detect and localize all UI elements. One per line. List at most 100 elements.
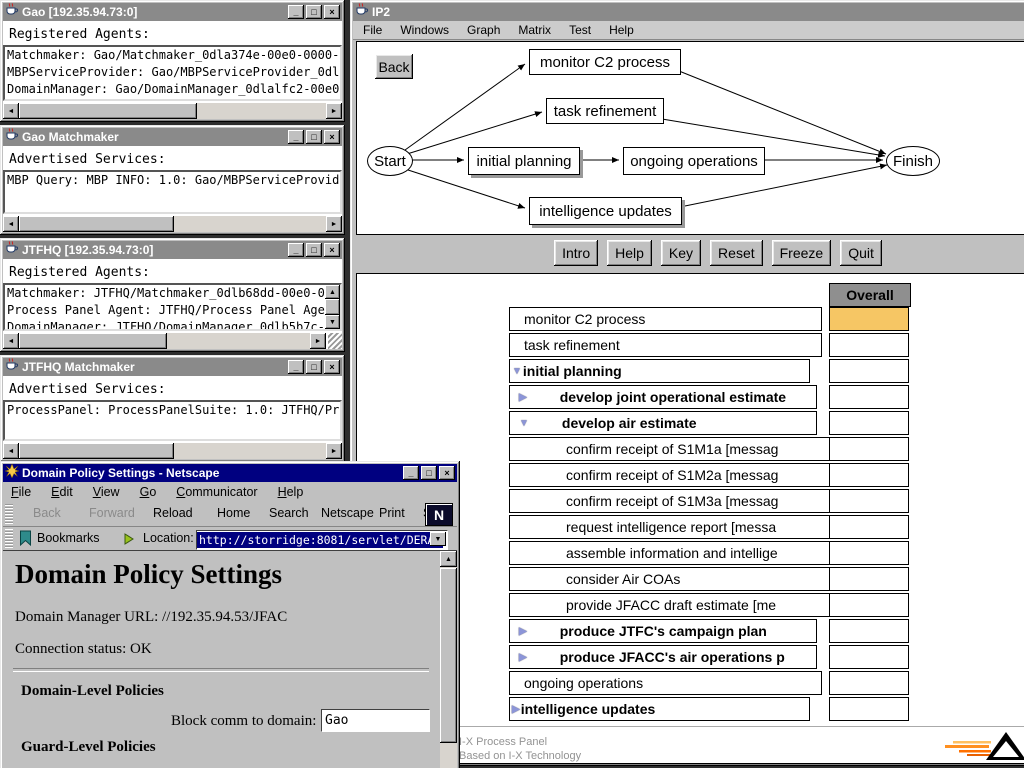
- scroll-left-icon[interactable]: ◄: [3, 216, 19, 232]
- overall-cell[interactable]: [829, 489, 909, 513]
- maximize-button[interactable]: □: [421, 466, 437, 480]
- overall-cell[interactable]: [829, 541, 909, 565]
- scrollbar-thumb[interactable]: [19, 443, 174, 459]
- close-button[interactable]: ×: [324, 360, 340, 374]
- scrollbar-thumb[interactable]: [19, 103, 197, 119]
- graph-node-finish[interactable]: Finish: [886, 146, 940, 176]
- task-row[interactable]: confirm receipt of S1M3a [messag: [509, 489, 864, 513]
- task-row[interactable]: ▼initial planning: [509, 359, 810, 383]
- graph-node-monitor-c2-process[interactable]: monitor C2 process: [529, 49, 681, 75]
- menu-go[interactable]: Go: [140, 485, 157, 499]
- ip2-menu-graph[interactable]: Graph: [467, 23, 500, 37]
- overall-cell[interactable]: [829, 333, 909, 357]
- scrollbar-thumb[interactable]: [440, 568, 457, 743]
- intro-button[interactable]: Intro: [554, 240, 598, 266]
- block-comm-input[interactable]: [321, 709, 430, 732]
- close-button[interactable]: ×: [439, 466, 455, 480]
- task-row[interactable]: request intelligence report [messa: [509, 515, 864, 539]
- gao-services-list[interactable]: MBP Query: MBP INFO: 1.0: Gao/MBPService…: [3, 170, 342, 214]
- gao-agent-list[interactable]: Matchmaker: Gao/Matchmaker_0dla374e-00e0…: [3, 45, 342, 101]
- horizontal-scrollbar[interactable]: ◄ ►: [3, 103, 342, 119]
- overall-cell[interactable]: [829, 307, 909, 331]
- ip2-menu-matrix[interactable]: Matrix: [518, 23, 551, 37]
- task-row[interactable]: monitor C2 process: [509, 307, 822, 331]
- task-row[interactable]: ongoing operations: [509, 671, 822, 695]
- ip2-menu-test[interactable]: Test: [569, 23, 591, 37]
- close-button[interactable]: ×: [324, 243, 340, 257]
- scroll-right-icon[interactable]: ►: [310, 333, 326, 349]
- bookmarks-label[interactable]: Bookmarks: [37, 531, 100, 545]
- vertical-scrollbar[interactable]: ▲ ▼: [325, 285, 340, 329]
- menu-communicator[interactable]: Communicator: [176, 485, 257, 499]
- quit-button[interactable]: Quit: [840, 240, 882, 266]
- ip2-menu-help[interactable]: Help: [609, 23, 634, 37]
- task-row[interactable]: ▶develop joint operational estimate: [509, 385, 817, 409]
- expander-right-icon[interactable]: ▶: [519, 392, 527, 403]
- minimize-button[interactable]: _: [403, 466, 419, 480]
- expander-right-icon[interactable]: ▶: [519, 652, 527, 663]
- scroll-right-icon[interactable]: ►: [326, 103, 342, 119]
- ip2-titlebar[interactable]: IP2: [353, 3, 1024, 21]
- menu-edit[interactable]: Edit: [51, 485, 73, 499]
- maximize-button[interactable]: □: [306, 5, 322, 19]
- netscape-titlebar[interactable]: Domain Policy Settings - Netscape _□×: [3, 464, 457, 482]
- overall-cell[interactable]: [829, 619, 909, 643]
- overall-cell[interactable]: [829, 567, 909, 591]
- toolbar-grip[interactable]: [5, 503, 13, 524]
- task-row[interactable]: ▶intelligence updates: [509, 697, 810, 721]
- overall-cell[interactable]: [829, 385, 909, 409]
- task-row[interactable]: consider Air COAs: [509, 567, 864, 591]
- overall-cell[interactable]: [829, 515, 909, 539]
- location-dropdown-icon[interactable]: ▼: [430, 532, 446, 546]
- minimize-button[interactable]: _: [288, 130, 304, 144]
- reset-button[interactable]: Reset: [710, 240, 763, 266]
- scroll-right-icon[interactable]: ►: [326, 216, 342, 232]
- overall-cell[interactable]: [829, 697, 909, 721]
- back-button[interactable]: Back: [375, 54, 413, 79]
- scroll-down-icon[interactable]: ▼: [325, 315, 340, 329]
- page-vertical-scrollbar[interactable]: ▲: [440, 551, 457, 768]
- maximize-button[interactable]: □: [306, 130, 322, 144]
- overall-cell[interactable]: [829, 359, 909, 383]
- maximize-button[interactable]: □: [306, 243, 322, 257]
- task-row[interactable]: provide JFACC draft estimate [me: [509, 593, 864, 617]
- gao-titlebar[interactable]: Gao [192.35.94.73:0] _□×: [3, 3, 342, 21]
- toolbar-grip[interactable]: [5, 529, 13, 548]
- close-button[interactable]: ×: [324, 130, 340, 144]
- ip2-menu-windows[interactable]: Windows: [400, 23, 449, 37]
- jtfhq-matchmaker-titlebar[interactable]: JTFHQ Matchmaker _□×: [3, 358, 342, 376]
- resize-grip[interactable]: [328, 333, 342, 349]
- help-button[interactable]: Help: [607, 240, 652, 266]
- overall-cell[interactable]: [829, 411, 909, 435]
- task-row[interactable]: confirm receipt of S1M1a [messag: [509, 437, 864, 461]
- overall-cell[interactable]: [829, 437, 909, 461]
- ip2-menu-file[interactable]: File: [363, 23, 382, 37]
- minimize-button[interactable]: _: [288, 360, 304, 374]
- task-row[interactable]: assemble information and intellige: [509, 541, 864, 565]
- expander-right-icon[interactable]: ▶: [519, 626, 527, 637]
- expander-right-icon[interactable]: ▶: [512, 704, 520, 715]
- horizontal-scrollbar[interactable]: ◄ ►: [3, 333, 326, 349]
- expander-down-icon[interactable]: ▼: [512, 366, 522, 377]
- reload-nav-button[interactable]: Reload: [153, 506, 193, 520]
- scrollbar-thumb[interactable]: [19, 216, 174, 232]
- key-button[interactable]: Key: [661, 240, 701, 266]
- graph-node-intelligence-updates[interactable]: intelligence updates: [529, 197, 682, 225]
- maximize-button[interactable]: □: [306, 360, 322, 374]
- menu-help[interactable]: Help: [278, 485, 304, 499]
- horizontal-scrollbar[interactable]: ◄ ►: [3, 443, 342, 459]
- task-row[interactable]: ▶produce JTFC's campaign plan: [509, 619, 817, 643]
- jtfhq-agent-list[interactable]: Matchmaker: JTFHQ/Matchmaker_0dlb68dd-00…: [3, 283, 342, 331]
- task-row[interactable]: confirm receipt of S1M2a [messag: [509, 463, 864, 487]
- back-nav-button[interactable]: Back: [33, 506, 61, 520]
- task-row[interactable]: ▼develop air estimate: [509, 411, 817, 435]
- print-nav-button[interactable]: Print: [379, 506, 405, 520]
- gao-matchmaker-titlebar[interactable]: Gao Matchmaker _□×: [3, 128, 342, 146]
- horizontal-scrollbar[interactable]: ◄ ►: [3, 216, 342, 232]
- overall-cell[interactable]: [829, 593, 909, 617]
- search-nav-button[interactable]: Search: [269, 506, 309, 520]
- jtfhq-services-list[interactable]: ProcessPanel: ProcessPanelSuite: 1.0: JT…: [3, 400, 342, 441]
- location-input[interactable]: http://storridge:8081/servlet/DERA1 ▼: [196, 530, 448, 550]
- jtfhq-titlebar[interactable]: JTFHQ [192.35.94.73:0] _□×: [3, 241, 342, 259]
- freeze-button[interactable]: Freeze: [772, 240, 832, 266]
